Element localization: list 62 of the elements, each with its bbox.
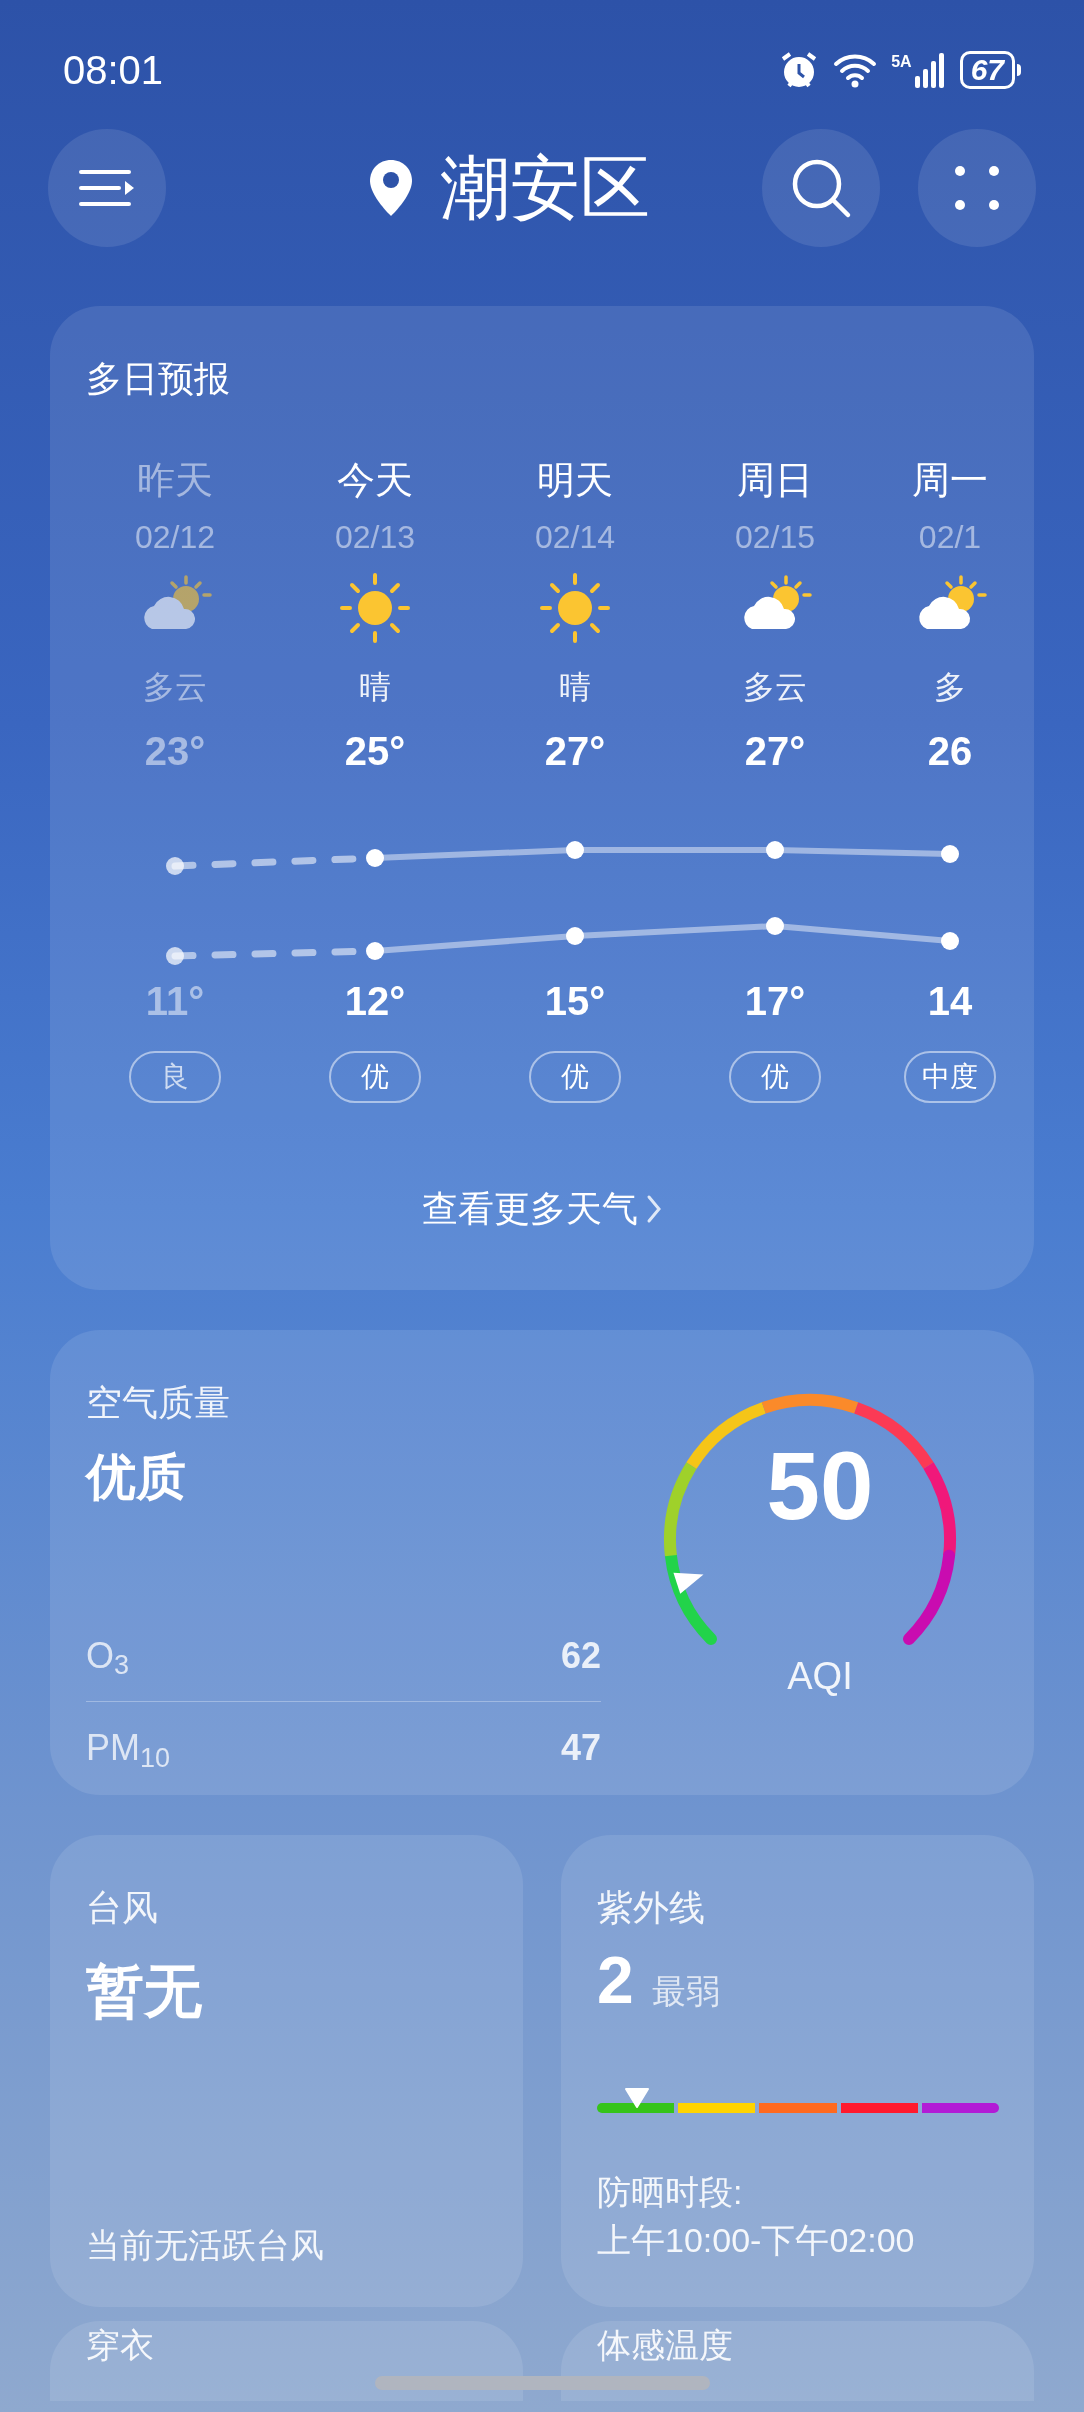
chevron-right-icon [646, 1194, 662, 1224]
weather-condition: 多云 [143, 671, 207, 703]
aqi-value: 50 [765, 1438, 875, 1534]
pollutant-value: 62 [560, 1633, 601, 1678]
air-quality-badge: 良 [129, 1051, 221, 1103]
weather-condition: 晴 [559, 671, 591, 703]
weather-condition: 多云 [743, 671, 807, 703]
low-temperature: 12° [344, 981, 406, 1021]
low-temperature: 15° [544, 981, 606, 1021]
date-label: 02/1 [918, 521, 982, 553]
pollutant-name: O$_{3}$ [86, 1633, 130, 1683]
air-quality-badge: 中度 [904, 1051, 996, 1103]
day-label: 今天 [337, 461, 413, 503]
air-quality-badge: 优 [729, 1051, 821, 1103]
date-label: 02/13 [334, 521, 416, 553]
status-time: 08:01 [63, 47, 164, 94]
high-temperature: 27° [744, 731, 806, 771]
location-pin-icon [368, 157, 414, 218]
location-title[interactable]: 潮安区 [440, 152, 650, 223]
high-temperature: 27° [544, 731, 606, 771]
wifi-icon [833, 52, 878, 88]
low-temperature: 11° [145, 981, 205, 1021]
day-label: 周日 [737, 461, 813, 503]
air-quality-badge: 优 [529, 1051, 621, 1103]
sun-icon [538, 571, 612, 645]
pollutant-name: PM$_{10}$ [86, 1726, 171, 1775]
pollutant-value: 47 [560, 1726, 601, 1770]
typhoon-note: 当前无活跃台风 [86, 2225, 324, 2266]
battery-tip [1017, 64, 1021, 76]
weather-condition: 晴 [359, 671, 391, 703]
low-temperature: 14 [927, 981, 973, 1021]
battery-level: 67 [959, 51, 1015, 89]
air-quality-badge: 优 [329, 1051, 421, 1103]
sun-icon [338, 571, 412, 645]
sun-protection-label: 防晒时段: [597, 2172, 743, 2213]
date-label: 02/12 [134, 521, 216, 553]
day-label: 周一 [912, 461, 988, 503]
typhoon-status: 暂无 [86, 1957, 202, 2025]
uv-index: 2 [597, 1947, 634, 2013]
high-temperature: 26 [927, 731, 973, 771]
uv-grade: 最弱 [651, 1971, 720, 2012]
more-icon [955, 165, 999, 210]
low-temperature: 17° [744, 981, 806, 1021]
card-title: 体感温度 [597, 2326, 733, 2364]
sun-protection-time: 上午10:00-下午02:00 [597, 2220, 915, 2261]
day-label: 昨天 [137, 461, 213, 503]
high-temperature: 25° [344, 731, 406, 771]
day-label: 明天 [537, 461, 613, 503]
date-label: 02/15 [734, 521, 816, 553]
more-weather-link[interactable]: 查看更多天气 [422, 1182, 662, 1236]
network-label: 5A [891, 54, 912, 70]
aqi-label: AQI [786, 1654, 854, 1699]
card-title: 空气质量 [86, 1381, 230, 1425]
card-title: 穿衣 [86, 2326, 154, 2364]
card-title: 紫外线 [597, 1886, 705, 1930]
weather-condition: 多 [934, 671, 966, 703]
card-title: 多日预报 [86, 357, 230, 401]
air-quality-grade: 优质 [86, 1448, 186, 1507]
card-title: 台风 [86, 1886, 158, 1930]
signal-icon [913, 52, 946, 88]
date-label: 02/14 [534, 521, 616, 553]
high-temperature: 23° [144, 731, 206, 771]
